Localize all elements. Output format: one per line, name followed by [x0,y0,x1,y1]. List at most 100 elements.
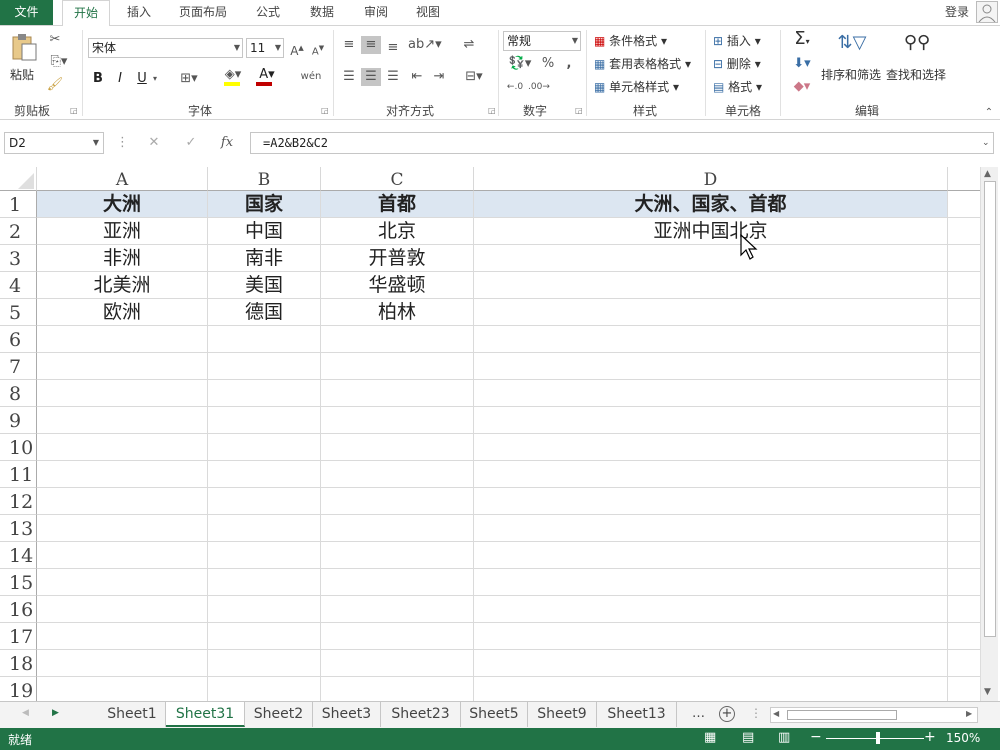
row-header-8[interactable]: 8 [0,380,37,407]
cell-d11[interactable] [474,461,948,488]
cell-e15[interactable] [948,569,980,596]
row-header-1[interactable]: 1 [0,191,37,218]
cell-d8[interactable] [474,380,948,407]
delete-cells-button[interactable]: ⊟ 删除 ▾ [713,55,761,72]
row-header-17[interactable]: 17 [0,623,37,650]
cell-c13[interactable] [321,515,474,542]
cell-c3[interactable]: 开普敦 [321,245,474,272]
cell-b18[interactable] [208,650,321,677]
sheet-tab-sheet31[interactable]: Sheet31 [166,702,245,727]
cell-c1[interactable]: 首都 [321,191,474,218]
cell-a18[interactable] [37,650,208,677]
cell-a12[interactable] [37,488,208,515]
row-header-4[interactable]: 4 [0,272,37,299]
clipboard-launcher-icon[interactable]: ◲ [70,106,78,115]
cell-e16[interactable] [948,596,980,623]
cell-e17[interactable] [948,623,980,650]
column-header-d[interactable]: D [474,167,948,191]
cell-b13[interactable] [208,515,321,542]
cell-a4[interactable]: 北美洲 [37,272,208,299]
fill-icon[interactable]: ⬇▾ [787,55,817,73]
cell-e12[interactable] [948,488,980,515]
cell-d5[interactable] [474,299,948,326]
paste-icon[interactable] [10,32,38,62]
row-header-14[interactable]: 14 [0,542,37,569]
align-center-icon[interactable]: ☰ [361,68,381,86]
row-header-3[interactable]: 3 [0,245,37,272]
row-header-2[interactable]: 2 [0,218,37,245]
cell-b14[interactable] [208,542,321,569]
column-header-e[interactable] [948,167,980,191]
cell-e1[interactable] [948,191,980,218]
row-header-9[interactable]: 9 [0,407,37,434]
select-all-corner[interactable] [0,167,37,191]
sheet-tab-sheet5[interactable]: Sheet5 [461,702,528,727]
row-header-5[interactable]: 5 [0,299,37,326]
cell-a5[interactable]: 欧洲 [37,299,208,326]
cell-d13[interactable] [474,515,948,542]
cell-c2[interactable]: 北京 [321,218,474,245]
cell-b15[interactable] [208,569,321,596]
tab-file[interactable]: 文件 [0,0,53,25]
cell-a10[interactable] [37,434,208,461]
cell-d12[interactable] [474,488,948,515]
italic-button[interactable]: I [113,70,127,88]
zoom-in-icon[interactable]: + [924,729,936,745]
cell-e3[interactable] [948,245,980,272]
tab-data[interactable]: 数据 [300,0,344,25]
format-cells-button[interactable]: ▤ 格式 ▾ [713,78,762,95]
name-box[interactable]: D2 ▼ [4,132,104,154]
cell-e14[interactable] [948,542,980,569]
column-header-b[interactable]: B [208,167,321,191]
cell-c15[interactable] [321,569,474,596]
cell-a14[interactable] [37,542,208,569]
cell-d9[interactable] [474,407,948,434]
cell-b19[interactable] [208,677,321,701]
cell-b2[interactable]: 中国 [208,218,321,245]
normal-view-icon[interactable]: ▦ [704,730,716,745]
scroll-left-icon[interactable]: ◀ [773,709,779,718]
cell-d2[interactable]: 亚洲中国北京 [474,218,948,245]
cell-b7[interactable] [208,353,321,380]
cell-d1[interactable]: 大洲、国家、首都 [474,191,948,218]
border-icon[interactable]: ⊞▾ [176,70,202,88]
cell-a7[interactable] [37,353,208,380]
cell-c14[interactable] [321,542,474,569]
tab-insert[interactable]: 插入 [118,0,160,25]
cell-c7[interactable] [321,353,474,380]
wrap-text-icon[interactable]: ⇌ [460,36,478,54]
cut-icon[interactable]: ✂ [46,31,64,49]
font-launcher-icon[interactable]: ◲ [321,106,329,115]
sheet-tab-sheet9[interactable]: Sheet9 [528,702,597,727]
scroll-right-icon[interactable]: ▶ [966,709,972,718]
confirm-icon[interactable]: ✓ [182,134,200,152]
login-link[interactable]: 登录 [938,0,976,25]
cell-d7[interactable] [474,353,948,380]
column-header-c[interactable]: C [321,167,474,191]
align-right-icon[interactable]: ☰ [384,68,402,86]
cell-b1[interactable]: 国家 [208,191,321,218]
cell-d4[interactable] [474,272,948,299]
cell-b8[interactable] [208,380,321,407]
percent-button[interactable]: % [540,55,556,73]
align-top-icon[interactable]: ≡ [340,36,358,54]
sheet-tab-sheet3[interactable]: Sheet3 [313,702,381,727]
row-header-12[interactable]: 12 [0,488,37,515]
cell-a9[interactable] [37,407,208,434]
copy-icon[interactable]: ⎘▾ [46,53,72,71]
accounting-format-icon[interactable]: 💱▾ [505,55,535,73]
clear-icon[interactable]: ◆▾ [787,78,817,96]
alignment-launcher-icon[interactable]: ◲ [488,106,496,115]
scroll-up-icon[interactable]: ▲ [984,169,991,179]
cell-b6[interactable] [208,326,321,353]
prev-sheet-icon[interactable]: ◀ [22,708,29,718]
user-avatar-icon[interactable] [976,1,998,23]
align-middle-icon[interactable]: ≡ [361,36,381,54]
autosum-icon[interactable]: Σ▾ [787,30,817,51]
format-as-table-button[interactable]: ▦ 套用表格格式 ▾ [594,55,691,72]
zoom-slider[interactable] [826,738,924,739]
cell-a15[interactable] [37,569,208,596]
cell-e13[interactable] [948,515,980,542]
cell-b4[interactable]: 美国 [208,272,321,299]
row-header-19[interactable]: 19 [0,677,37,701]
